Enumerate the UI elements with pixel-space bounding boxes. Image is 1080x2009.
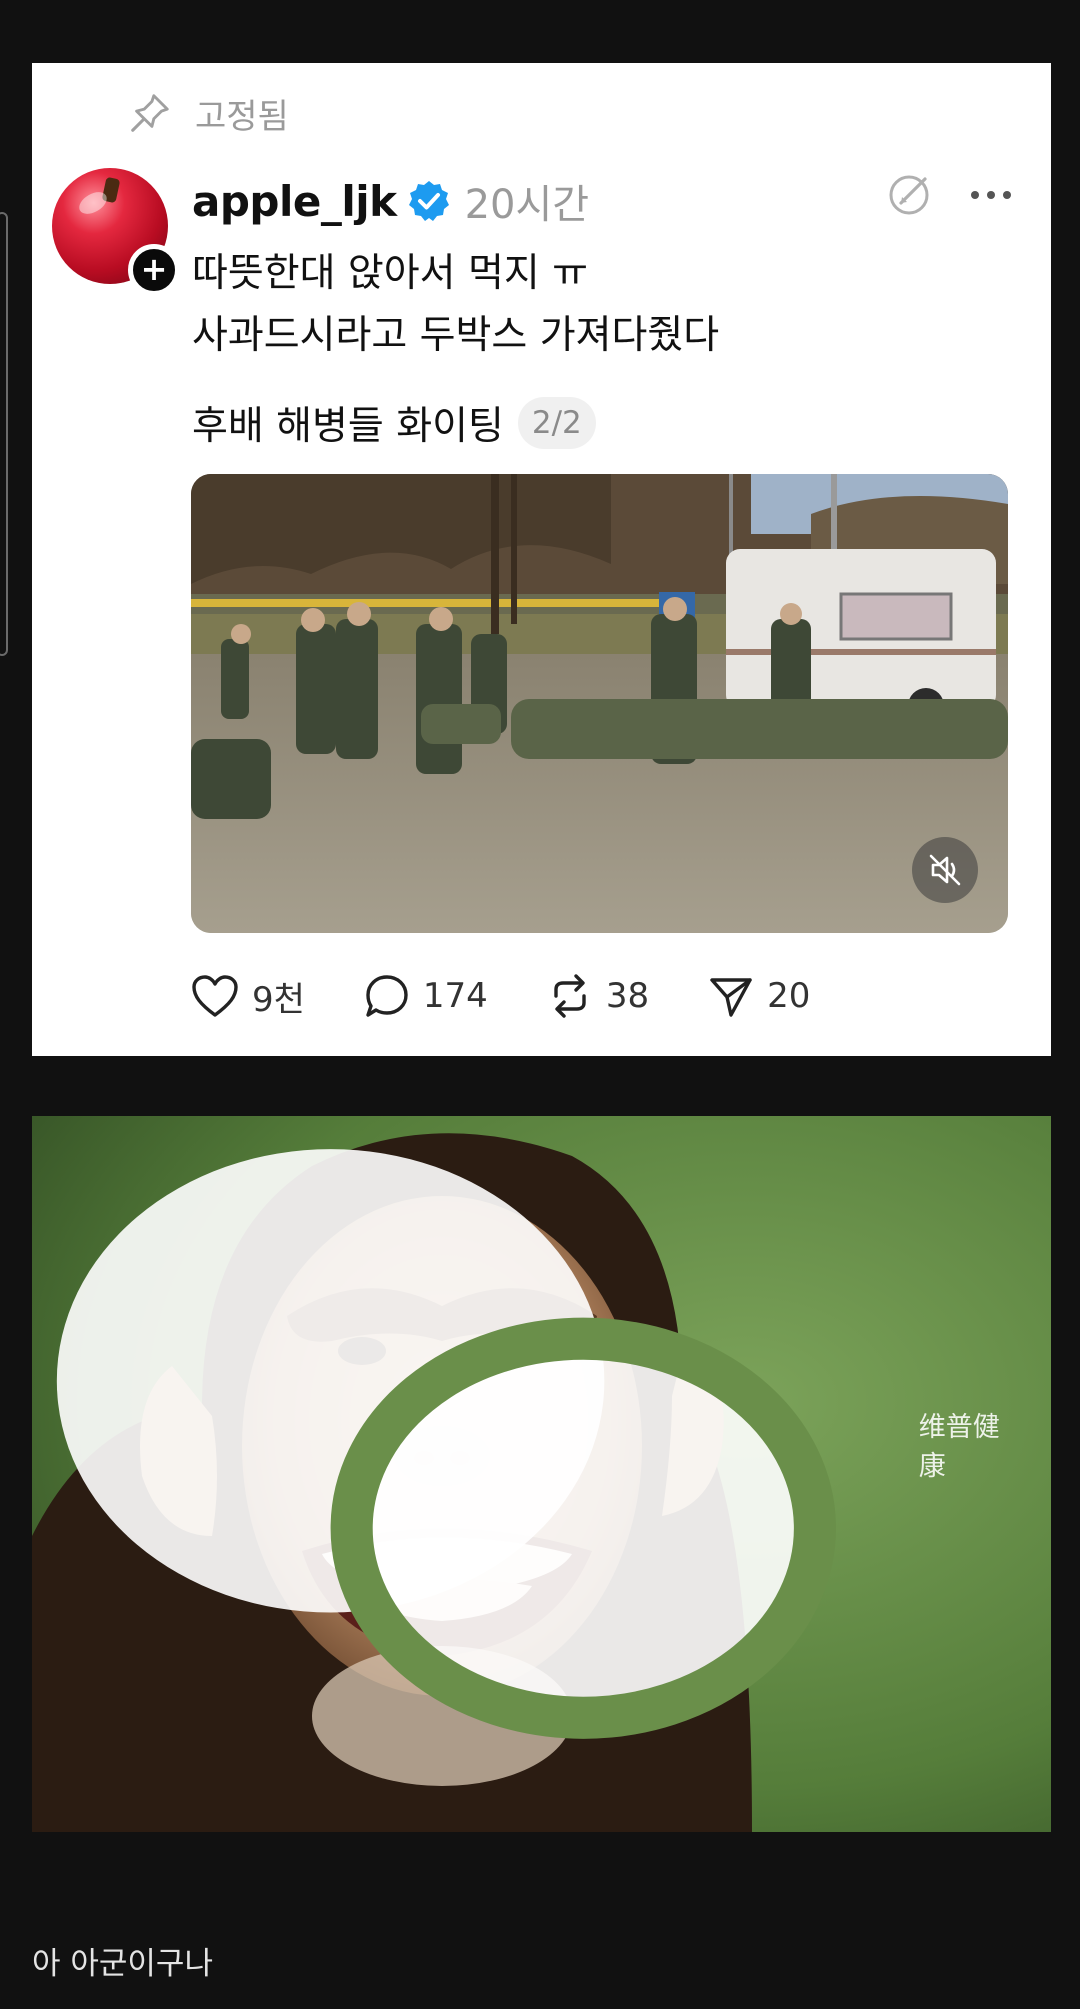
repost-icon — [554, 974, 586, 1018]
username[interactable]: apple_ljk — [192, 177, 397, 226]
comment-button[interactable]: 174 — [363, 972, 488, 1020]
post-text-line: 따뜻한대 앉아서 먹지 ㅠ — [192, 251, 588, 296]
post-card[interactable]: 고정됨 + apple_ljk 20시간 따뜻한대 앉아서 먹지 ㅠ 사과드시라… — [32, 63, 1051, 1056]
share-button[interactable]: 20 — [707, 972, 810, 1020]
mute-toggle[interactable] — [912, 837, 978, 903]
repost-button[interactable]: 38 — [546, 972, 649, 1020]
post-text-line: 사과드시라고 두박스 가져다줬다 — [192, 313, 720, 358]
like-count: 9천 — [252, 979, 305, 1020]
pin-icon — [131, 94, 169, 132]
post-subtitle: 후배 해병들 화이팅 — [192, 404, 504, 449]
post-media[interactable] — [191, 474, 1008, 933]
watermark-text: 维普健康 — [918, 1412, 1000, 1482]
pinned-label: 고정됨 — [195, 96, 289, 137]
plus-icon: + — [140, 249, 168, 288]
wechat-icon — [56, 1149, 837, 1739]
page-indicator: 2/2 — [517, 397, 596, 449]
send-icon — [710, 978, 752, 1017]
edit-draw-icon[interactable] — [887, 173, 931, 217]
pinned-indicator: 고정됨 — [127, 91, 289, 137]
post-header: apple_ljk 20시간 — [192, 173, 589, 229]
post-text: 따뜻한대 앉아서 먹지 ㅠ 사과드시라고 두박스 가져다줬다 — [192, 243, 992, 367]
heart-icon — [192, 975, 238, 1017]
follow-button[interactable]: + — [128, 244, 180, 296]
muted-speaker-icon — [929, 854, 961, 886]
caption-text: 아 아군이구나 — [32, 1946, 213, 1982]
verified-badge-icon — [407, 179, 451, 223]
chimpanzee-meme-image: 维普健康 — [32, 1116, 1051, 1832]
post-top-actions — [887, 173, 1013, 217]
like-button[interactable]: 9천 — [190, 972, 305, 1021]
scroll-edge-indicator — [0, 212, 8, 656]
watermark: 维普健康 — [32, 1116, 1019, 1802]
more-options-icon[interactable] — [969, 173, 1013, 217]
share-count: 20 — [767, 976, 811, 1016]
post-time: 20시간 — [464, 182, 590, 228]
marines-photo — [191, 474, 1008, 933]
post-subtitle-row: 후배 해병들 화이팅 2/2 — [192, 394, 596, 452]
post-action-bar: 9천 174 38 20 — [190, 968, 868, 1024]
repost-count: 38 — [605, 976, 650, 1016]
comment-bubble-icon — [366, 975, 408, 1017]
comment-count: 174 — [422, 976, 488, 1016]
